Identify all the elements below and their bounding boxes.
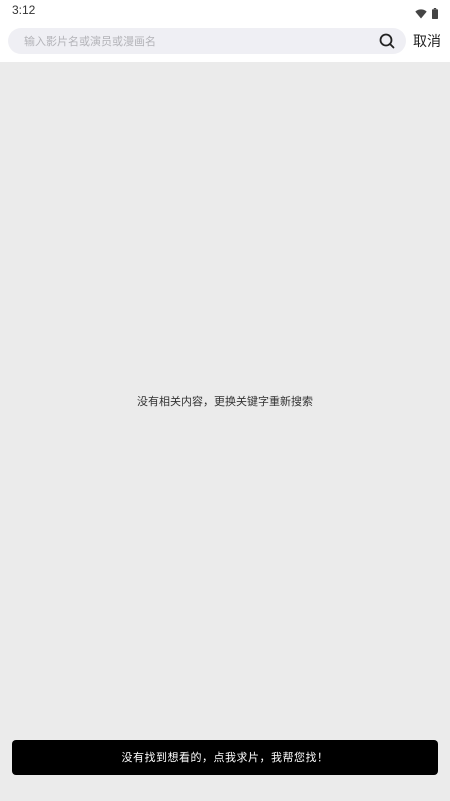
search-header: 取消 <box>0 22 450 62</box>
status-icons <box>415 4 438 23</box>
request-movie-button[interactable]: 没有找到想看的，点我求片，我帮您找！ <box>12 740 438 775</box>
search-input[interactable] <box>24 28 364 54</box>
cancel-button[interactable]: 取消 <box>413 31 441 51</box>
status-bar: 3:12 <box>0 0 450 22</box>
wifi-icon <box>415 4 427 23</box>
search-box[interactable] <box>8 28 406 54</box>
empty-state-message: 没有相关内容，更换关键字重新搜索 <box>137 395 313 408</box>
search-icon[interactable] <box>378 32 396 50</box>
battery-icon <box>432 4 438 23</box>
status-time: 3:12 <box>12 3 36 17</box>
